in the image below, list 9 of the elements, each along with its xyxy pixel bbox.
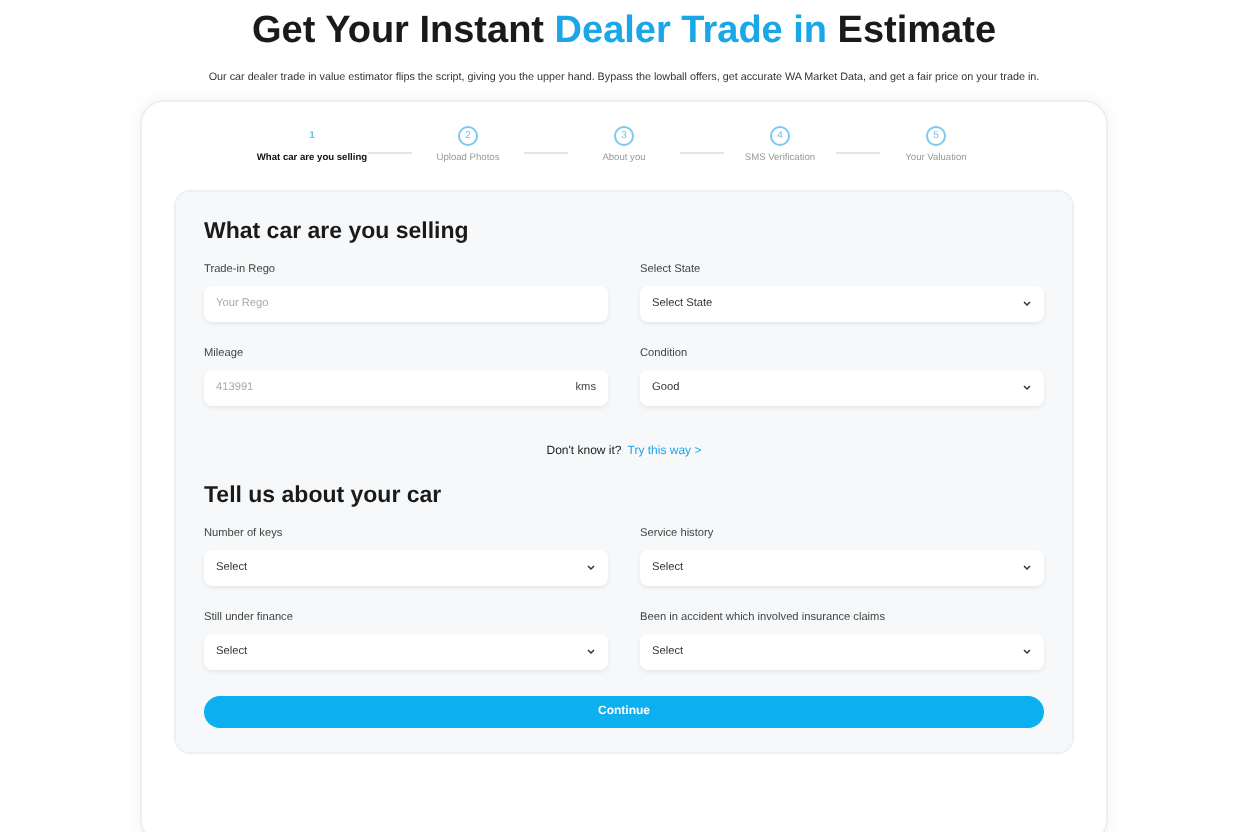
chevron-down-icon bbox=[1022, 300, 1032, 308]
section-heading: Tell us about your car bbox=[204, 484, 444, 508]
chevron-down-icon bbox=[1022, 384, 1032, 392]
page-heading: Get Your Instant Dealer Trade in Estimate bbox=[251, 8, 997, 56]
chevron-down-icon bbox=[1022, 564, 1032, 572]
chevron-down-icon bbox=[586, 648, 596, 656]
chevron-down-icon bbox=[1022, 648, 1032, 656]
section-heading: What car are you selling bbox=[204, 220, 471, 244]
chevron-down-icon bbox=[586, 564, 596, 572]
